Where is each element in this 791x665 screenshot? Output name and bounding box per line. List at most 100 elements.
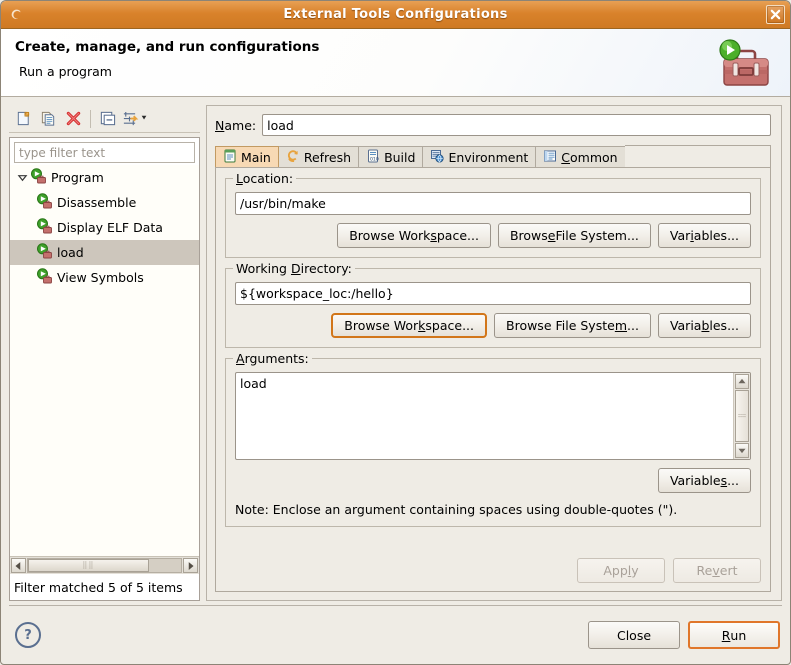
configuration-tabs: Main Refresh 010 Build Environment Commo… (215, 145, 771, 168)
new-document-icon[interactable] (11, 107, 36, 131)
tree-item-load[interactable]: load (10, 240, 199, 265)
program-run-icon (36, 243, 52, 262)
filter-status: Filter matched 5 of 5 items (10, 574, 199, 600)
filter-icon[interactable] (120, 107, 154, 131)
tab-build[interactable]: 010 Build (358, 146, 424, 167)
location-buttons: Browse Work s pace... Brows e File System..… (235, 223, 751, 248)
chevron-down-icon[interactable] (14, 170, 30, 186)
page-subtitle: Run a program (19, 64, 112, 79)
grip-dots: ⣿ (738, 412, 746, 420)
red-x-delete-icon[interactable] (61, 107, 86, 131)
working-directory-buttons: Browse Wor k space... Browse File Syste m..… (235, 313, 751, 338)
tree-horizontal-scrollbar[interactable]: ⣿⣿ (10, 556, 199, 574)
tab-strip-filler (624, 145, 771, 167)
tree-item-label: Display ELF Data (57, 220, 163, 235)
tab-label: Environment (448, 149, 529, 165)
working-directory-label: Working Directory: (233, 261, 355, 276)
tab-label: Build (384, 149, 416, 165)
name-row: Name: load (215, 114, 771, 136)
dialog-header: Create, manage, and run configurations R… (1, 29, 790, 97)
build-binary-icon: 010 (366, 149, 380, 166)
tree-item-label: Disassemble (57, 195, 137, 210)
main-tab-page: Location: /usr/bin/make Browse Work s pace… (215, 168, 771, 592)
dialog-body: type filter text Program Disassemble Dis… (1, 97, 790, 601)
tree-item-program[interactable]: Program (10, 165, 199, 190)
window-title: External Tools Configurations (283, 7, 508, 22)
tab-refresh[interactable]: Refresh (277, 146, 360, 167)
external-tools-configurations-dialog: External Tools Configurations Create, ma… (0, 0, 791, 665)
apply-revert-row: App l y Re v ert (225, 552, 761, 585)
configurations-panel: type filter text Program Disassemble Dis… (9, 105, 200, 601)
arguments-textarea-box[interactable]: load ⣿ (235, 372, 751, 460)
run-button[interactable]: Run (688, 621, 780, 649)
tab-main[interactable]: Main (215, 146, 279, 167)
tab-label: Refresh (303, 149, 352, 165)
scroll-down-icon[interactable] (735, 443, 749, 458)
location-group: Location: /usr/bin/make Browse Work s pace… (225, 171, 761, 258)
revert-button[interactable]: Re v ert (673, 558, 761, 583)
program-run-icon (36, 218, 52, 237)
tree-item-disassemble[interactable]: Disassemble (10, 190, 199, 215)
configurations-tree[interactable]: Program Disassemble Display ELF Data loa… (10, 165, 199, 556)
tab-common[interactable]: Common (535, 146, 626, 167)
working-directory-input[interactable]: ${workspace_loc:/hello} (235, 282, 751, 305)
working-directory-browse-workspace-button[interactable]: Browse Wor k space... (331, 313, 487, 338)
program-run-icon (36, 193, 52, 212)
common-list-icon (543, 149, 557, 166)
copy-document-icon[interactable] (36, 107, 61, 131)
scrollbar-track[interactable]: ⣿⣿ (27, 558, 182, 573)
working-directory-browse-file-system-button[interactable]: Browse File Syste m... (494, 313, 651, 338)
grip-dots: ⣿⣿ (82, 561, 95, 569)
name-label: Name: (215, 117, 257, 133)
arguments-vertical-scrollbar[interactable]: ⣿ (733, 373, 750, 459)
arguments-variables-button[interactable]: Variable s... (657, 468, 751, 493)
refresh-arrows-icon (286, 149, 300, 166)
working-directory-variables-button[interactable]: Varia b les... (657, 313, 751, 338)
tab-environment[interactable]: Environment (422, 146, 537, 167)
scroll-up-icon[interactable] (735, 374, 749, 389)
environment-icon (430, 149, 445, 166)
arguments-textarea[interactable]: load (236, 373, 733, 459)
collapse-all-icon[interactable] (95, 107, 120, 131)
help-icon[interactable]: ? (15, 622, 41, 648)
tree-item-label: Program (51, 170, 104, 185)
scrollbar-track[interactable]: ⣿ (735, 390, 749, 442)
scrollbar-thumb[interactable]: ⣿⣿ (28, 559, 149, 572)
arguments-note: Note: Enclose an argument containing spa… (235, 502, 678, 517)
program-run-icon (36, 268, 52, 287)
title-bar: External Tools Configurations (1, 1, 790, 29)
tree-item-view-symbols[interactable]: View Symbols (10, 265, 199, 290)
location-variables-button[interactable]: Var i ables... (657, 223, 751, 248)
tree-item-label: View Symbols (57, 270, 144, 285)
arguments-buttons: Variable s... (235, 468, 751, 493)
scrollbar-thumb[interactable]: ⣿ (735, 390, 749, 442)
close-icon[interactable] (766, 5, 785, 24)
arguments-label: Arguments: (233, 351, 312, 366)
apply-button[interactable]: App l y (577, 558, 665, 583)
configuration-editor: Name: load Main Refresh 010 Build Enviro… (206, 105, 782, 601)
tree-item-display-elf-data[interactable]: Display ELF Data (10, 215, 199, 240)
filter-input[interactable]: type filter text (14, 142, 195, 163)
dialog-footer: ? Close Run (1, 606, 790, 664)
configurations-tree-box: type filter text Program Disassemble Dis… (9, 137, 200, 601)
scroll-left-icon[interactable] (11, 558, 26, 573)
location-input[interactable]: /usr/bin/make (235, 192, 751, 215)
location-browse-workspace-button[interactable]: Browse Work s pace... (337, 223, 491, 248)
external-tools-toolbox-icon (710, 32, 776, 94)
tab-label: Common (561, 149, 618, 165)
configurations-toolbar (9, 105, 200, 133)
working-directory-group: Working Directory: ${workspace_loc:/hell… (225, 261, 761, 348)
program-run-icon (30, 168, 46, 187)
scroll-right-icon[interactable] (183, 558, 198, 573)
tree-item-label: load (57, 245, 84, 260)
toolbar-separator (90, 109, 91, 128)
close-button[interactable]: Close (588, 621, 680, 649)
arguments-group: Arguments: load ⣿ Variable s ... Note: E… (225, 351, 761, 527)
name-input[interactable]: load (262, 114, 771, 136)
location-label: Location: (233, 171, 297, 186)
location-browse-file-system-button[interactable]: Brows e File System... (497, 223, 651, 248)
page-title: Create, manage, and run configurations (15, 39, 320, 55)
svg-text:010: 010 (370, 156, 379, 162)
main-document-icon (223, 149, 237, 166)
tab-label: Main (241, 149, 271, 165)
